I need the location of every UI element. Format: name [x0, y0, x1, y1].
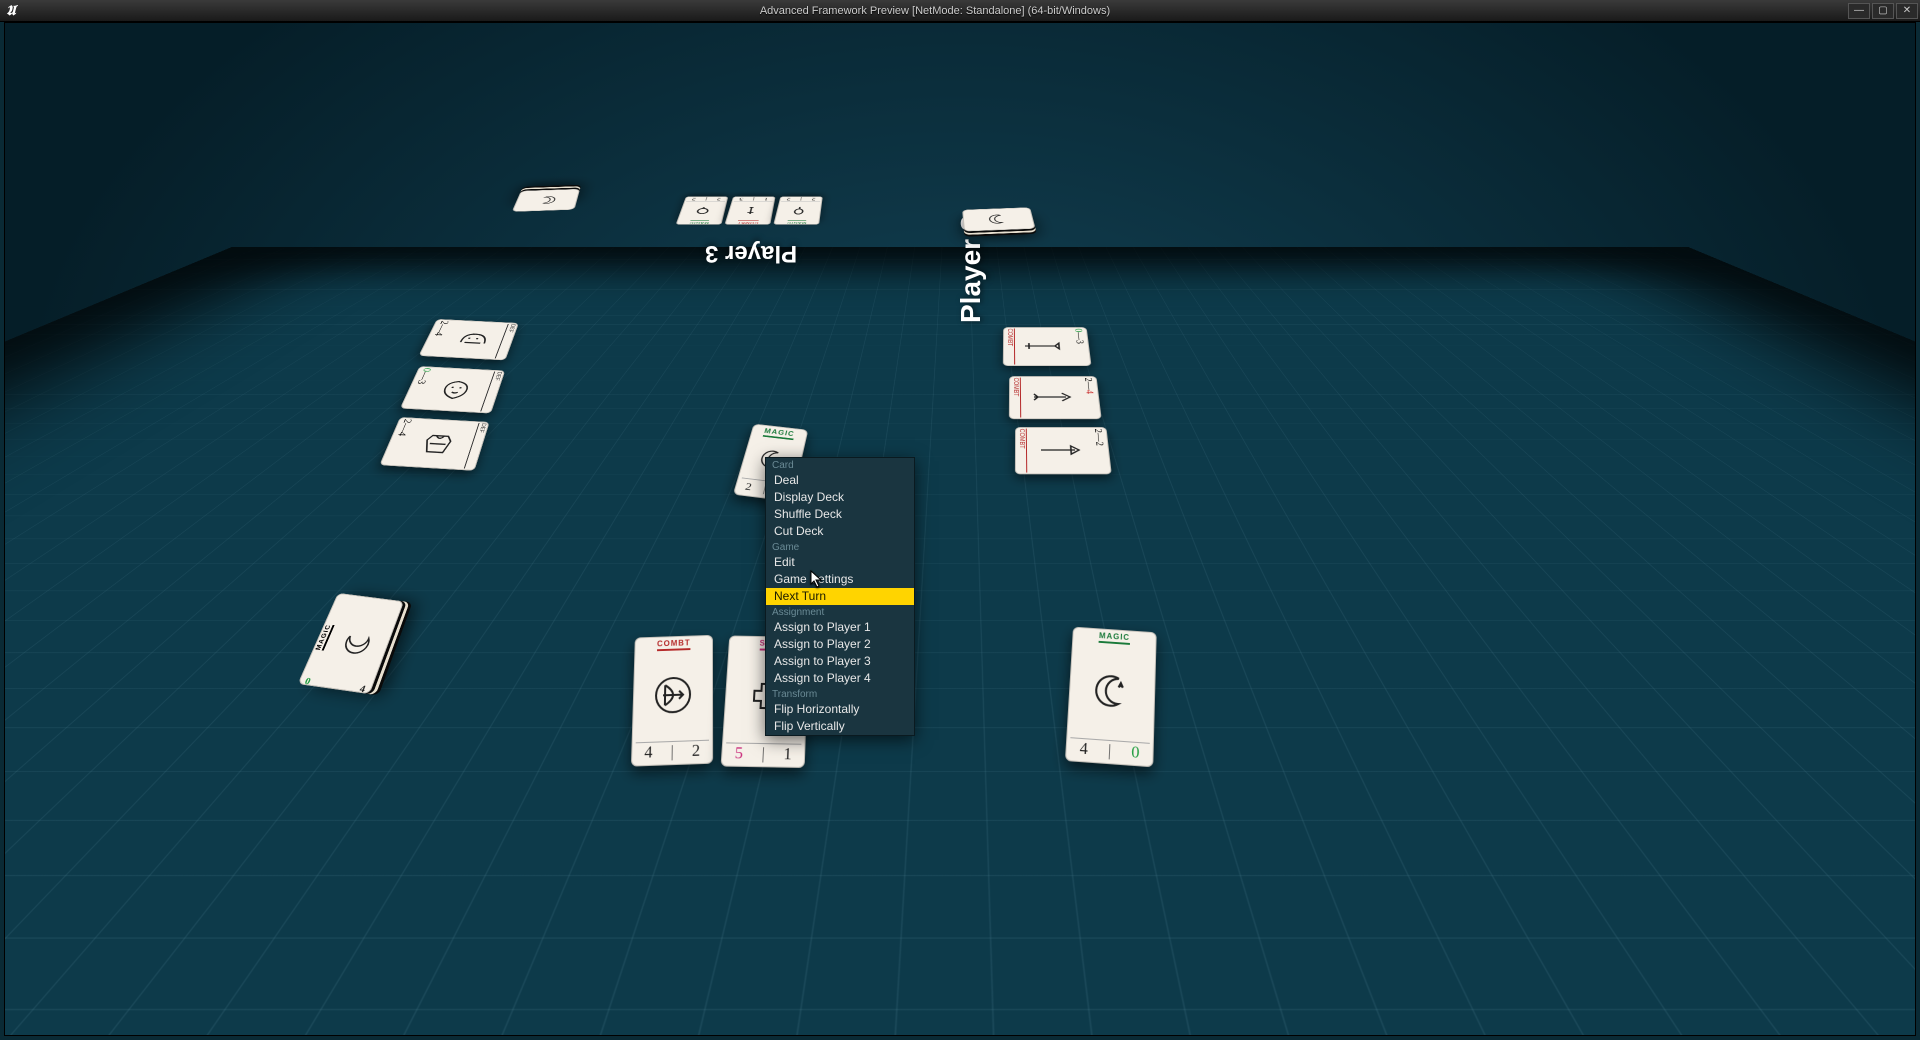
card-stats: 4|0 [1069, 737, 1150, 764]
menu-item-game-settings[interactable]: Game Settings [766, 571, 914, 588]
card-type-label: COMBT [1006, 329, 1015, 365]
player2-card-1[interactable]: COMBT 0—3 [1003, 327, 1092, 366]
menu-group-transform: Transform [766, 687, 914, 701]
sword-icon [728, 202, 773, 221]
sword-icon [1015, 329, 1076, 365]
close-button[interactable]: ✕ [1896, 3, 1918, 19]
player3-deck[interactable] [512, 189, 580, 212]
card-type-label: COMBT [1012, 378, 1021, 418]
player4-card-2[interactable]: 0—3 DEF [400, 366, 505, 414]
player4-label: Player 4 [506, 333, 538, 440]
menu-item-shuffle-deck[interactable]: Shuffle Deck [766, 506, 914, 523]
arrow-icon [1021, 378, 1086, 418]
context-menu: Card Deal Display Deck Shuffle Deck Cut … [765, 457, 915, 736]
menu-group-game: Game [766, 540, 914, 554]
moon-icon [965, 208, 1032, 230]
card-stats: 2—4 [1082, 378, 1098, 418]
player4-card-3[interactable]: 2—4 DEF [379, 417, 489, 471]
player2-card-2[interactable]: COMBT 2—4 [1009, 376, 1102, 419]
moon-icon [1070, 641, 1152, 743]
player2-card-3[interactable]: COMBT 2—2 [1015, 427, 1112, 474]
moon-icon [515, 190, 577, 211]
menu-item-display-deck[interactable]: Display Deck [766, 489, 914, 506]
game-viewport[interactable]: Player 1 Player 2 Player 3 Player 4 COMB… [4, 22, 1916, 1036]
menu-item-assign-player-3[interactable]: Assign to Player 3 [766, 653, 914, 670]
menu-item-deal[interactable]: Deal [766, 472, 914, 489]
card-type-label: COMBT [737, 220, 759, 224]
window-titlebar: 𝖀 Advanced Framework Preview [NetMode: S… [0, 0, 1920, 22]
menu-item-edit[interactable]: Edit [766, 554, 914, 571]
window-title: Advanced Framework Preview [NetMode: Sta… [22, 5, 1848, 17]
card-type-label: MAGIC [786, 220, 806, 224]
card-type-label: MAGIC [689, 220, 710, 224]
grid-floor [4, 22, 1916, 247]
player1-card-1[interactable]: COMBT 4|2 [631, 635, 713, 767]
window-controls: — ▢ ✕ [1848, 3, 1918, 19]
player1-card-3[interactable]: MAGIC 4|0 [1065, 627, 1157, 768]
player3-card-1[interactable]: MAGIC 2|2 [676, 196, 729, 224]
bow-icon [636, 649, 709, 742]
balloon-icon [776, 202, 820, 221]
card-stats: 4|2 [635, 740, 709, 764]
minimize-button[interactable]: — [1848, 3, 1870, 19]
menu-group-card: Card [766, 458, 914, 472]
mouse-cursor-icon [810, 570, 824, 588]
menu-item-next-turn[interactable]: Next Turn [766, 588, 914, 605]
card-stats: 1|3 [734, 197, 774, 202]
player2-label: Player 2 [955, 216, 987, 323]
menu-group-assignment: Assignment [766, 605, 914, 619]
unreal-logo-icon: 𝖀 [0, 0, 22, 22]
player2-deck[interactable] [962, 207, 1035, 231]
card-stats: 0—3 [1072, 329, 1088, 365]
card-stats: 5|1 [725, 742, 802, 764]
menu-item-assign-player-2[interactable]: Assign to Player 2 [766, 636, 914, 653]
player3-label: Player 3 [705, 239, 797, 267]
card-stats: 2|2 [686, 197, 726, 202]
menu-item-assign-player-4[interactable]: Assign to Player 4 [766, 670, 914, 687]
player4-card-1[interactable]: 2—4 DEF [418, 319, 518, 360]
player3-card-3[interactable]: MAGIC 2|2 [773, 196, 822, 224]
menu-item-assign-player-1[interactable]: Assign to Player 1 [766, 619, 914, 636]
spear-icon [1027, 429, 1096, 473]
menu-item-cut-deck[interactable]: Cut Deck [766, 523, 914, 540]
card-stats: 2|2 [781, 197, 821, 202]
player3-card-2[interactable]: COMBT 1|3 [724, 196, 775, 224]
bulb-icon [679, 202, 725, 221]
menu-item-flip-horizontal[interactable]: Flip Horizontally [766, 701, 914, 718]
menu-item-flip-vertical[interactable]: Flip Vertically [766, 718, 914, 735]
maximize-button[interactable]: ▢ [1872, 3, 1894, 19]
